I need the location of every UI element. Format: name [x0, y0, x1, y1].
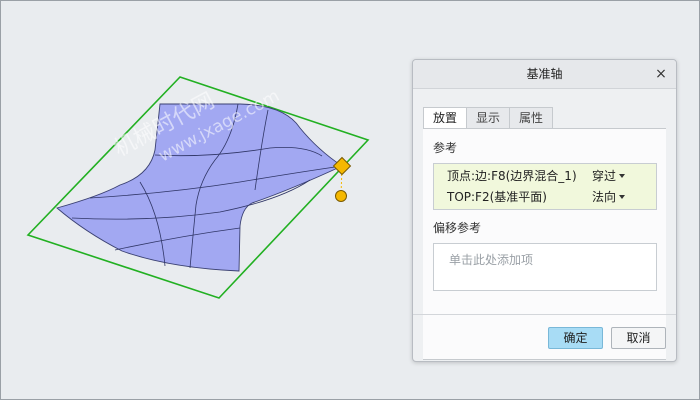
axis-end-handle[interactable]	[335, 190, 347, 202]
offset-placeholder: 单击此处添加项	[449, 253, 534, 267]
dialog-tabs: 放置 显示 属性	[423, 107, 554, 129]
tab-display[interactable]: 显示	[466, 107, 511, 128]
reference-name: 顶点:边:F8(边界混合_1)	[447, 169, 577, 183]
dialog-titlebar[interactable]: 基准轴 ×	[413, 60, 676, 89]
datum-axis-dialog: 基准轴 × 放置 显示 属性 参考 顶点:边:F8(边界混合_1) 穿过 TOP…	[412, 59, 677, 362]
dialog-title: 基准轴	[526, 67, 563, 81]
ok-button[interactable]: 确定	[548, 327, 603, 349]
reference-row-vertex[interactable]: 顶点:边:F8(边界混合_1) 穿过	[434, 165, 656, 187]
constraint-dropdown[interactable]: 法向	[592, 186, 616, 208]
reference-name: TOP:F2(基准平面)	[447, 190, 547, 204]
offset-references-collector[interactable]: 单击此处添加项	[433, 243, 657, 291]
offset-references-label: 偏移参考	[433, 221, 482, 235]
tab-properties[interactable]: 属性	[509, 107, 554, 128]
placement-panel: 参考 顶点:边:F8(边界混合_1) 穿过 TOP:F2(基准平面) 法向 偏移…	[423, 128, 666, 360]
tab-placement[interactable]: 放置	[423, 107, 468, 129]
references-list[interactable]: 顶点:边:F8(边界混合_1) 穿过 TOP:F2(基准平面) 法向	[433, 163, 657, 210]
close-icon[interactable]: ×	[654, 60, 668, 88]
chevron-down-icon[interactable]	[619, 174, 625, 178]
footer-divider	[413, 314, 676, 315]
constraint-dropdown[interactable]: 穿过	[592, 165, 616, 187]
vertex-handle[interactable]	[332, 156, 352, 176]
reference-row-top-plane[interactable]: TOP:F2(基准平面) 法向	[434, 186, 656, 208]
cancel-button[interactable]: 取消	[611, 327, 666, 349]
chevron-down-icon[interactable]	[619, 195, 625, 199]
references-label: 参考	[433, 141, 458, 155]
